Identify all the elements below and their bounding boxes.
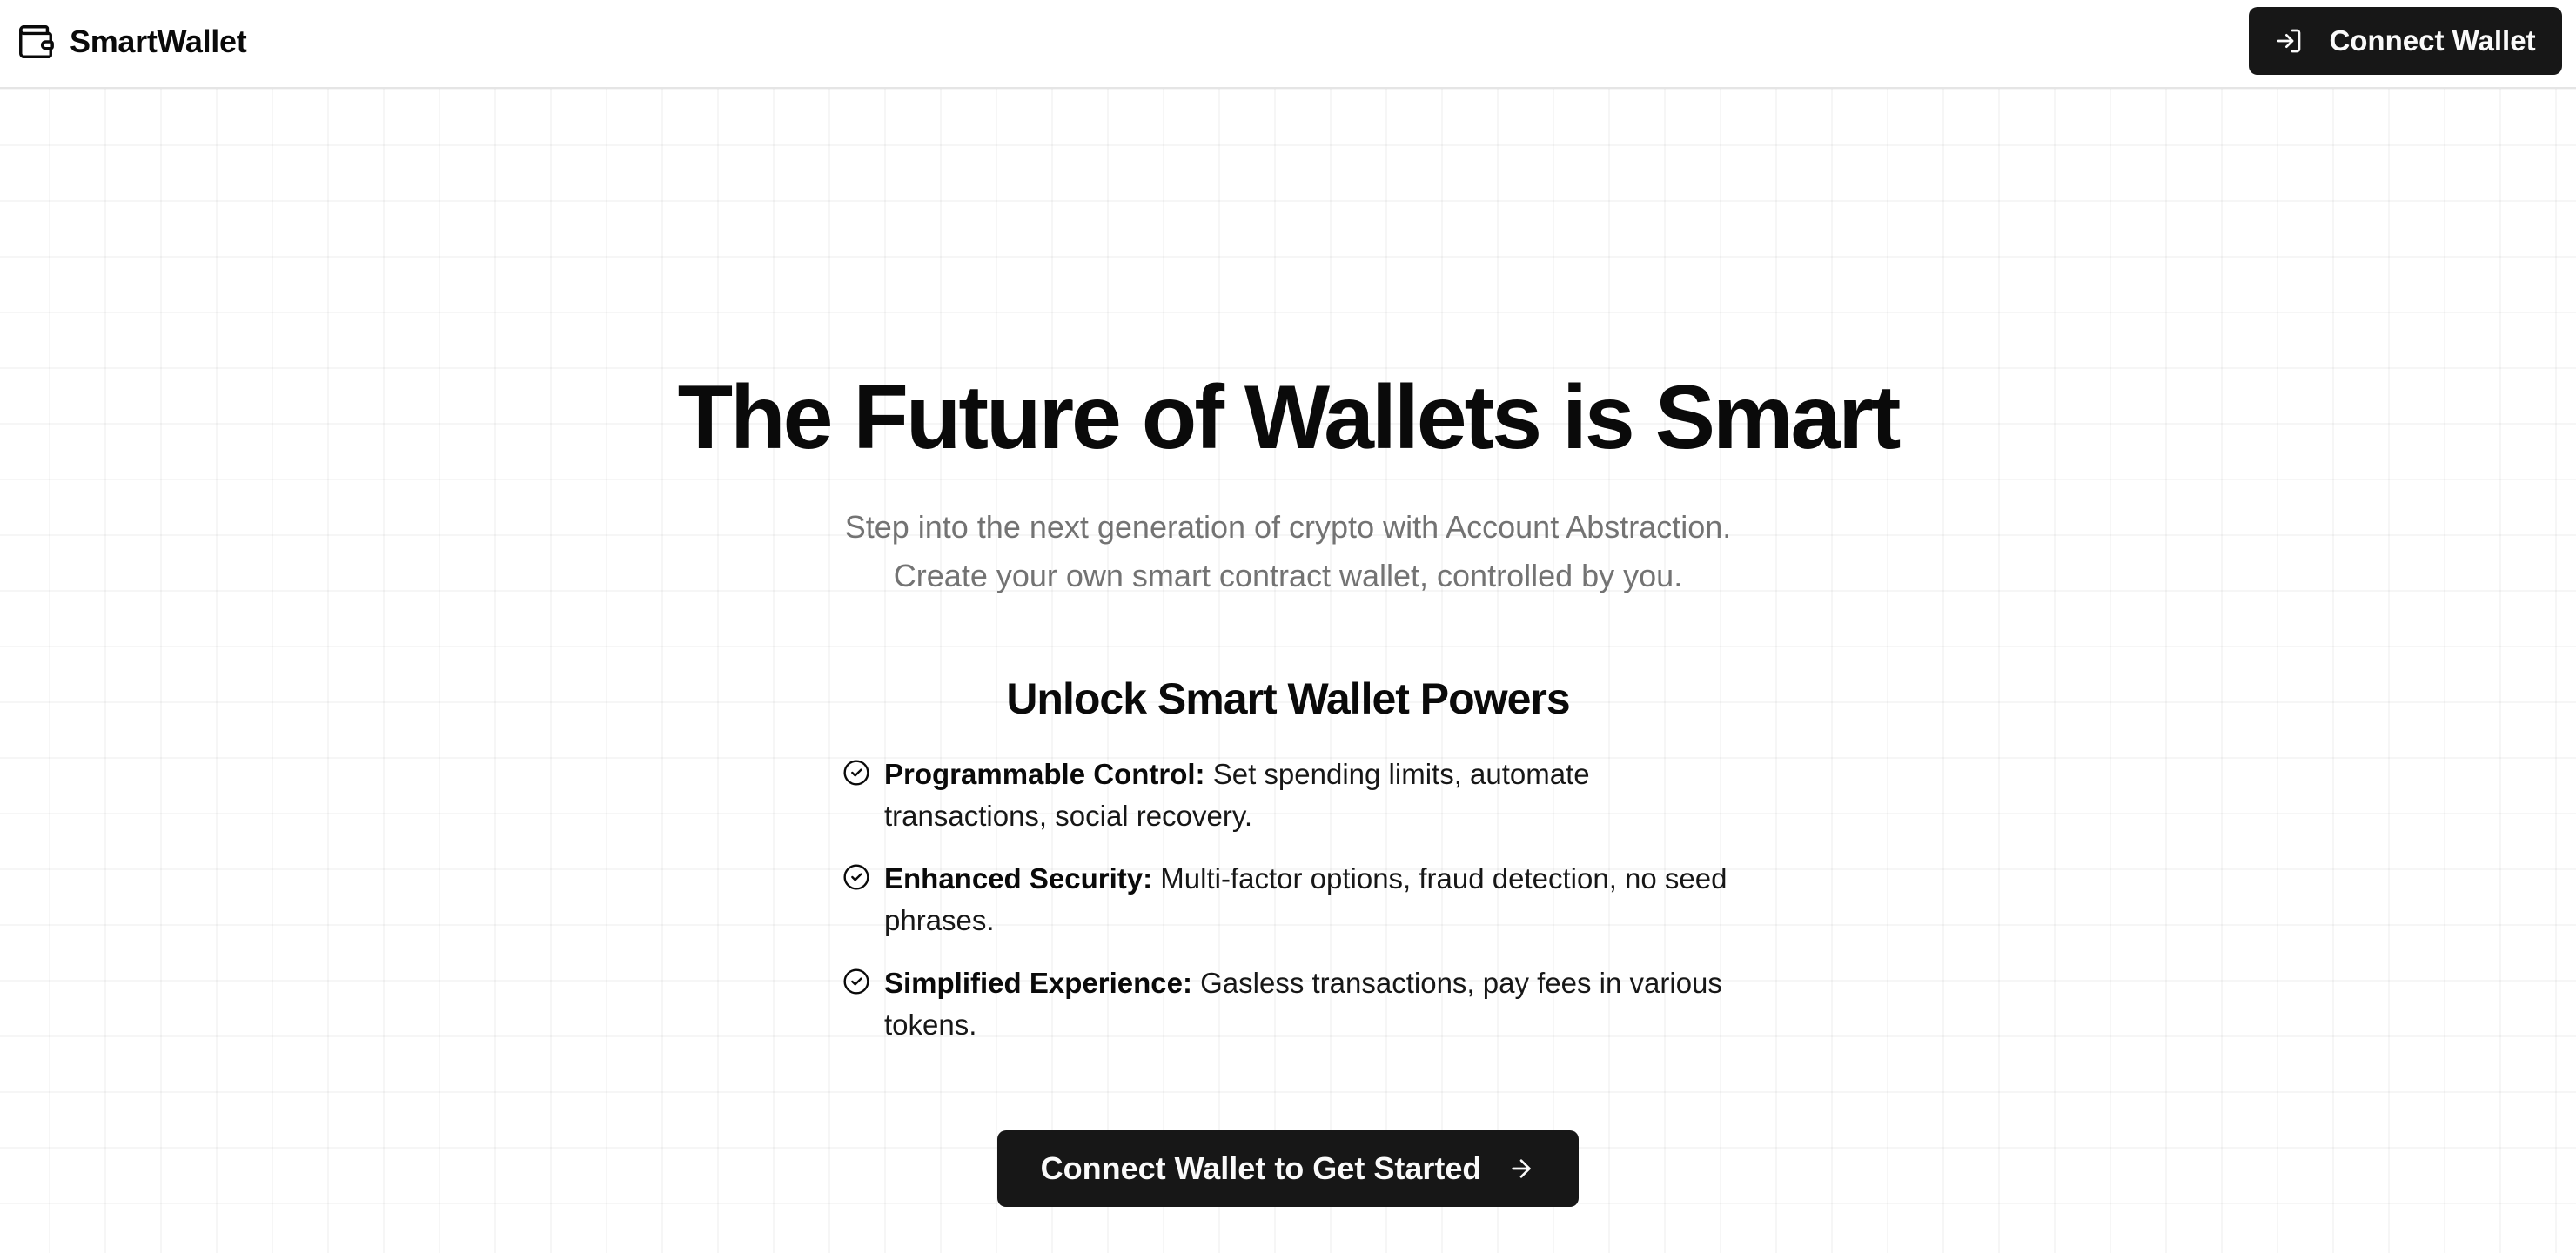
cta-label: Connect Wallet to Get Started (1040, 1150, 1482, 1186)
feature-label: Programmable Control: (884, 758, 1213, 790)
wallet-icon (16, 22, 56, 62)
connect-wallet-button[interactable]: Connect Wallet (2249, 7, 2562, 75)
features-title: Unlock Smart Wallet Powers (1006, 674, 1570, 723)
feature-label: Enhanced Security: (884, 862, 1161, 895)
brand[interactable]: SmartWallet (16, 17, 247, 66)
hero-subtitle-line: Step into the next generation of crypto … (844, 509, 1732, 545)
feature-item: Programmable Control: Set spending limit… (839, 754, 1744, 837)
page: SmartWallet Connect Wallet The Future of… (0, 0, 2576, 1253)
check-circle-icon (842, 968, 870, 995)
log-in-icon (2275, 27, 2303, 55)
feature-item: Simplified Experience: Gasless transacti… (839, 962, 1744, 1046)
hero-title: The Future of Wallets is Smart (677, 367, 1902, 468)
arrow-right-icon (1507, 1155, 1535, 1183)
top-navbar: SmartWallet Connect Wallet (0, 0, 2576, 89)
feature-item: Enhanced Security: Multi-factor options,… (839, 858, 1744, 941)
feature-label: Simplified Experience: (884, 967, 1201, 999)
hero-subtitle: Step into the next generation of crypto … (0, 503, 2576, 600)
check-circle-icon (842, 863, 870, 891)
check-circle-icon (842, 759, 870, 787)
features-list: Programmable Control: Set spending limit… (839, 754, 1744, 1067)
connect-wallet-get-started-button[interactable]: Connect Wallet to Get Started (997, 1130, 1579, 1207)
hero-subtitle-line: Create your own smart contract wallet, c… (893, 558, 1683, 593)
brand-name: SmartWallet (70, 23, 247, 59)
connect-wallet-label: Connect Wallet (2329, 24, 2536, 57)
